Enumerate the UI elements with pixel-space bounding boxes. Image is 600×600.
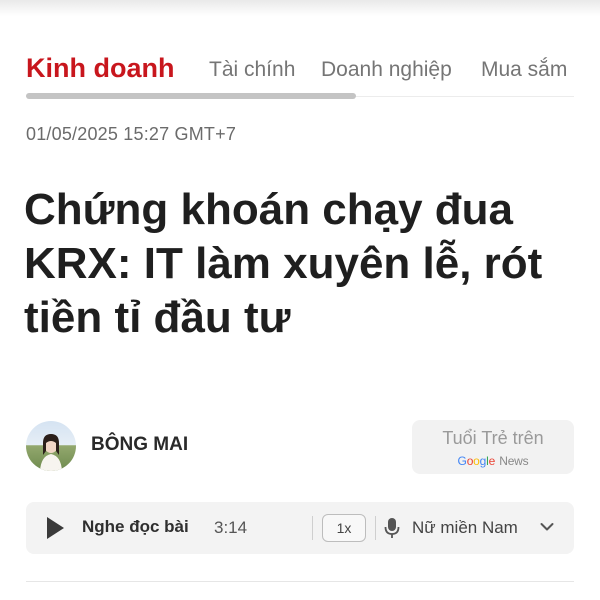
google-news-logo: Google News (457, 454, 529, 468)
category-tabs: Kinh doanh Tài chính Doanh nghiệp Mua sắ… (26, 48, 600, 88)
tab-scroll-indicator[interactable] (26, 93, 356, 99)
voice-label: Nữ miền Nam (412, 518, 518, 537)
play-button[interactable] (42, 515, 68, 541)
playback-speed-button[interactable]: 1x (322, 514, 366, 542)
publish-timestamp: 01/05/2025 15:27 GMT+7 (26, 124, 237, 144)
tab-mua-sam[interactable]: Mua sắm (481, 50, 567, 88)
voice-select[interactable]: Nữ miền Nam (410, 512, 560, 544)
divider (375, 516, 376, 540)
tab-doanh-nghiep[interactable]: Doanh nghiệp (321, 50, 452, 88)
section-divider (26, 581, 574, 582)
chevron-down-icon (540, 523, 554, 531)
article-title: Chứng khoán chạy đua KRX: IT làm xuyên l… (24, 185, 543, 342)
tab-tai-chinh[interactable]: Tài chính (209, 50, 295, 88)
avatar-photo-icon (40, 434, 62, 471)
mic-icon (384, 518, 400, 538)
tab-kinh-doanh[interactable]: Kinh doanh (26, 48, 174, 88)
article-page: Kinh doanh Tài chính Doanh nghiệp Mua sắ… (0, 0, 600, 600)
author-avatar[interactable] (26, 421, 76, 471)
listen-label: Nghe đọc bài (82, 517, 189, 536)
audio-duration: 3:14 (214, 518, 248, 537)
top-shadow (0, 0, 600, 16)
source-label: Tuổi Trẻ trên (442, 428, 544, 448)
audio-player: Nghe đọc bài 3:14 1x Nữ miền Nam (26, 502, 574, 554)
google-news-follow-button[interactable]: Tuổi Trẻ trên Google News (412, 420, 574, 474)
divider (312, 516, 313, 540)
play-icon (47, 517, 64, 539)
author-name[interactable]: BÔNG MAI (91, 434, 188, 456)
